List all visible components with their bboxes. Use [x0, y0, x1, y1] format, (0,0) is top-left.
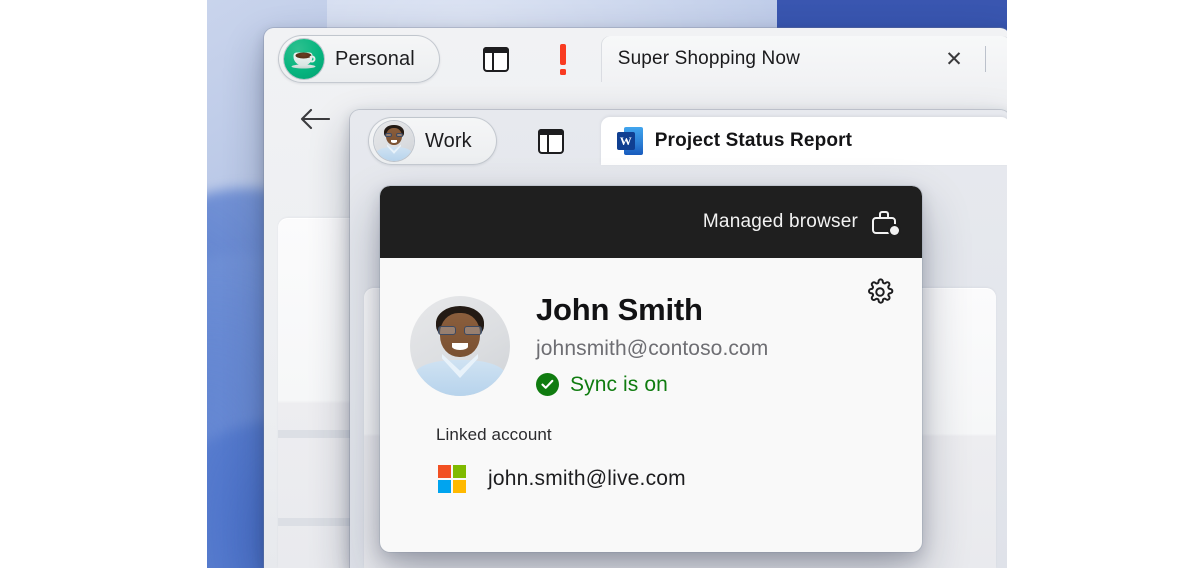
split-screen-icon[interactable] — [474, 37, 518, 81]
profile-pill-work[interactable]: Work — [368, 117, 497, 165]
word-icon-letter: W — [617, 132, 635, 150]
profile-pill-personal[interactable]: Personal — [278, 35, 440, 83]
tab-title: Super Shopping Now — [618, 48, 800, 70]
exclamation-mark-icon[interactable] — [546, 37, 580, 81]
back-arrow-icon[interactable] — [294, 98, 336, 140]
linked-account-label: Linked account — [406, 425, 896, 445]
linked-account-email: john.smith@live.com — [488, 467, 686, 491]
profile-pill-label: Work — [425, 130, 472, 153]
split-screen-icon[interactable] — [529, 119, 573, 163]
tab-strip-work: Work W Project Status Report — [350, 110, 1010, 172]
browser-tab-super-shopping-now[interactable]: Super Shopping Now ✕ — [602, 36, 1010, 82]
screenshot-stage: Personal Super Shopping Now ✕ — [0, 0, 1202, 568]
managed-browser-banner: Managed browser — [380, 186, 922, 258]
coffee-cup-avatar — [284, 39, 324, 79]
microsoft-logo-icon — [438, 465, 466, 493]
check-circle-icon — [536, 373, 559, 396]
briefcase-icon — [872, 211, 898, 234]
canvas-right-margin — [1007, 0, 1202, 568]
profile-flyout-card[interactable]: Managed browser — [380, 186, 922, 552]
sync-status-row[interactable]: Sync is on — [536, 373, 768, 397]
profile-pill-label: Personal — [335, 48, 415, 71]
tab-close-button[interactable]: ✕ — [939, 44, 969, 74]
profile-email: johnsmith@contoso.com — [536, 337, 768, 361]
tab-title: Project Status Report — [655, 130, 852, 152]
person-photo-avatar — [374, 121, 414, 161]
tab-strip-personal: Personal Super Shopping Now ✕ — [264, 28, 1010, 90]
browser-tab-project-status-report[interactable]: W Project Status Report — [601, 117, 1010, 165]
word-document-icon: W — [617, 127, 643, 155]
linked-account-row[interactable]: john.smith@live.com — [406, 465, 896, 493]
identity-section: John Smith johnsmith@contoso.com Sync is… — [406, 282, 896, 397]
gear-icon[interactable] — [860, 272, 900, 312]
tab-divider — [985, 46, 986, 72]
profile-card-body: John Smith johnsmith@contoso.com Sync is… — [380, 258, 922, 493]
sync-status-label: Sync is on — [570, 373, 668, 397]
managed-browser-label: Managed browser — [703, 211, 858, 233]
person-photo-avatar — [410, 296, 510, 396]
profile-name: John Smith — [536, 292, 768, 329]
